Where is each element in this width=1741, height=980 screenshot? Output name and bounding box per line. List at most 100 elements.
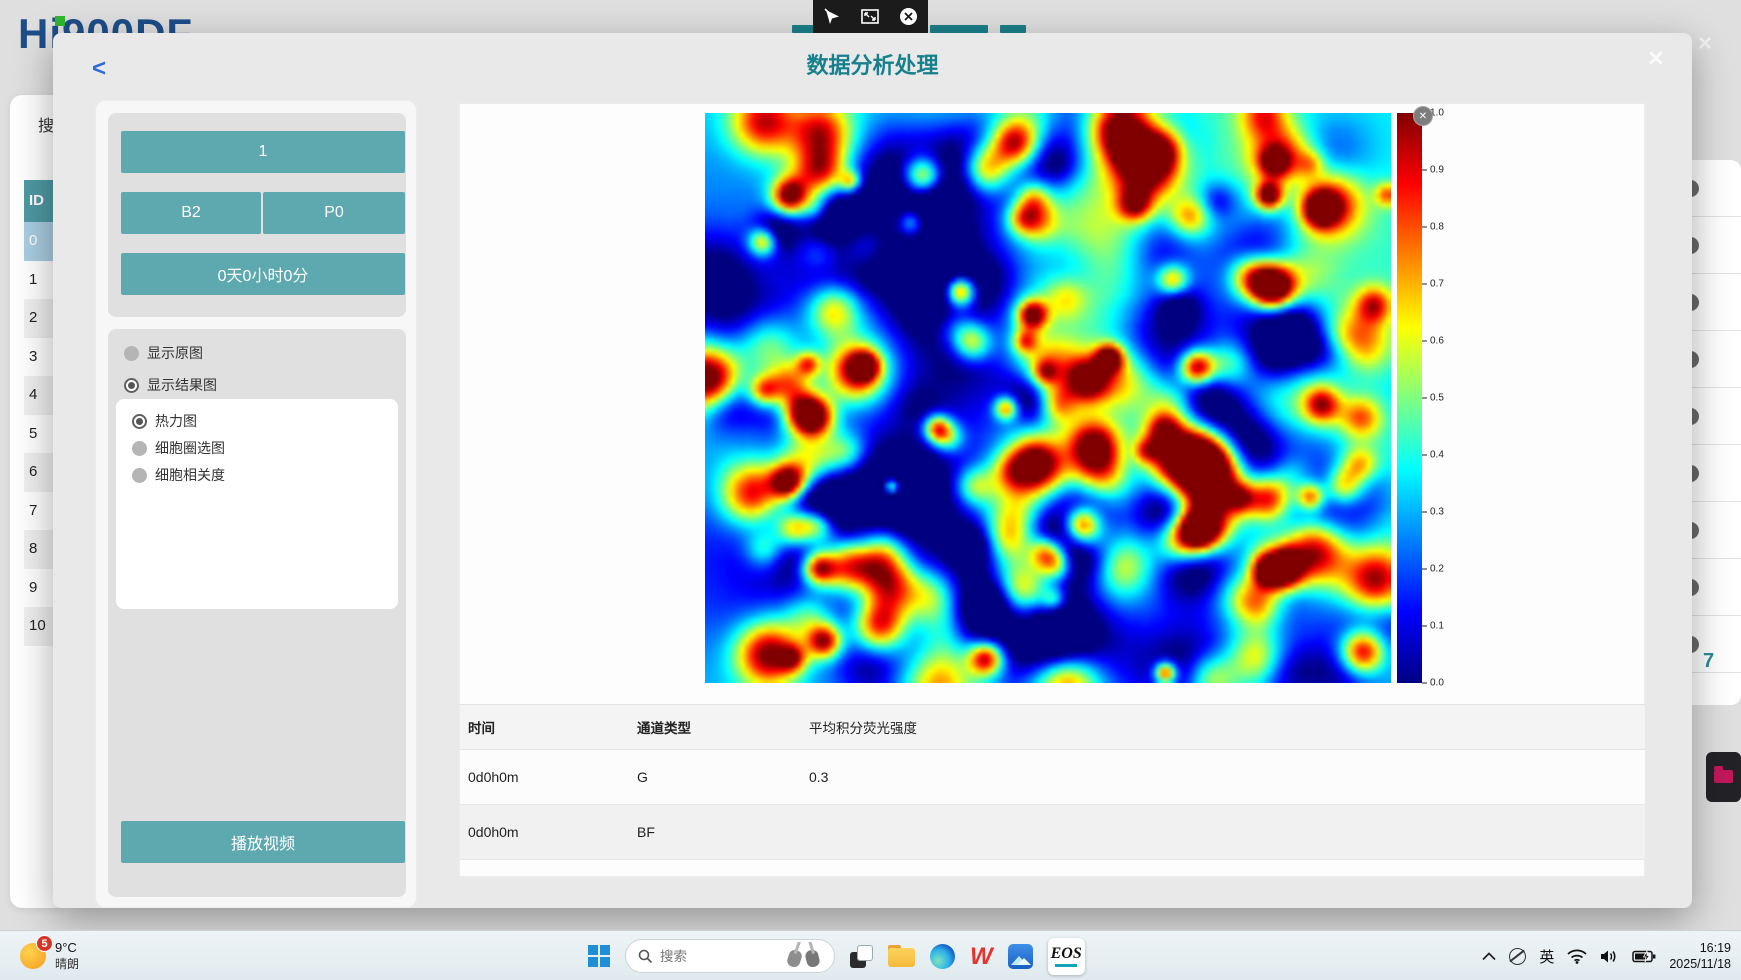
colorbar-tick: 0.9 — [1422, 165, 1444, 176]
colorbar-tick: 0.6 — [1422, 336, 1444, 347]
radio-icon — [132, 441, 147, 456]
taskbar: 5 9°C 晴朗 W EOS 英 — [0, 930, 1741, 980]
well-button[interactable]: B2 — [121, 192, 261, 234]
table-header-cell: 平均积分荧光强度 — [801, 705, 1645, 750]
table-cell: 0d0h0m — [460, 750, 629, 805]
heatmap-image — [705, 113, 1391, 683]
volume-icon[interactable] — [1600, 949, 1619, 964]
bg-search-label: 搜 — [38, 112, 54, 134]
radio-icon — [132, 468, 147, 483]
table-header-cell: 通道类型 — [629, 705, 801, 750]
bg-id-column-header: ID — [24, 180, 54, 222]
media-app-icon[interactable] — [1008, 944, 1033, 969]
radio-label: 热力图 — [155, 411, 197, 431]
radio-icon — [124, 346, 139, 361]
bg-page-number[interactable]: 7 — [1703, 650, 1714, 673]
bg-app-title-fragment — [1000, 25, 1026, 33]
bg-id-row[interactable]: 7 — [24, 492, 54, 531]
start-button[interactable] — [588, 945, 610, 967]
tray-chevron-icon[interactable] — [1482, 952, 1496, 961]
table-cell: BF — [629, 805, 801, 860]
bg-app-close-icon[interactable]: × — [1698, 30, 1712, 58]
colorbar-badge-icon[interactable]: ✕ — [1413, 106, 1433, 126]
sun-icon: 5 — [20, 943, 46, 969]
bg-id-row[interactable]: 10 — [24, 607, 54, 646]
table-cell: 0d0h0m — [460, 805, 629, 860]
weather-condition: 晴朗 — [55, 955, 79, 972]
wifi-icon[interactable] — [1567, 949, 1587, 964]
colorbar-tick: 0.4 — [1422, 450, 1444, 461]
colorbar-tick: 0.0 — [1422, 678, 1444, 689]
taskbar-search[interactable] — [625, 939, 835, 973]
result-table: 时间通道类型平均积分荧光强度 0d0h0mG0.30d0h0mBF — [460, 704, 1645, 860]
position-button[interactable]: P0 — [263, 192, 405, 234]
colorbar — [1397, 113, 1422, 683]
desktop-folder-widget[interactable] — [1706, 752, 1741, 802]
table-header-cell: 时间 — [460, 705, 629, 750]
bg-id-row[interactable]: 1 — [24, 261, 54, 300]
bg-id-row[interactable]: 3 — [24, 338, 54, 377]
sidebar: 1 B2 P0 0天0小时0分 显示原图 显示结果图 热力图 细 — [95, 100, 417, 908]
dialog-close-icon[interactable]: × — [1648, 43, 1664, 74]
edge-browser-icon[interactable] — [930, 944, 955, 969]
data-analysis-dialog: < 数据分析处理 × 1 B2 P0 0天0小时0分 显示原图 显示结果图 热力… — [53, 33, 1692, 908]
search-highlight-image[interactable] — [780, 942, 828, 970]
colorbar-tick: 0.3 — [1422, 507, 1444, 518]
wps-office-icon[interactable]: W — [970, 944, 993, 969]
bg-id-list: 012345678910 — [24, 222, 54, 646]
time-button[interactable]: 0天0小时0分 — [121, 253, 405, 295]
bg-id-row[interactable]: 9 — [24, 569, 54, 608]
do-not-disturb-icon[interactable] — [1509, 948, 1526, 965]
bg-id-row[interactable]: 4 — [24, 376, 54, 415]
well-info-panel: 1 B2 P0 0天0小时0分 — [108, 113, 406, 317]
battery-charging-icon[interactable] — [1632, 950, 1656, 963]
radio-show-result[interactable]: 显示结果图 — [124, 375, 217, 395]
resize-icon[interactable] — [861, 9, 879, 24]
news-badge: 5 — [36, 935, 53, 952]
colorbar-tick: 0.5 — [1422, 393, 1444, 404]
colorbar-tick: 0.8 — [1422, 222, 1444, 233]
ime-indicator[interactable]: 英 — [1539, 946, 1554, 967]
bg-id-row[interactable]: 8 — [24, 530, 54, 569]
close-circle-icon[interactable] — [899, 7, 918, 26]
radio-cell-correlation[interactable]: 细胞相关度 — [132, 465, 225, 485]
bg-id-row[interactable]: 2 — [24, 299, 54, 338]
clock[interactable]: 16:19 2025/11/18 — [1669, 940, 1731, 972]
bg-id-row[interactable]: 0 — [24, 222, 54, 261]
table-cell: 0.3 — [801, 750, 1645, 805]
result-type-box: 热力图 细胞圈选图 细胞相关度 — [116, 399, 398, 609]
dialog-title: 数据分析处理 — [53, 48, 1692, 80]
search-input[interactable] — [660, 949, 773, 964]
display-options-panel: 显示原图 显示结果图 热力图 细胞圈选图 细胞相关度 — [108, 329, 406, 897]
group-button[interactable]: 1 — [121, 131, 405, 173]
radio-label: 显示结果图 — [147, 375, 217, 395]
radio-heatmap[interactable]: 热力图 — [132, 411, 197, 431]
task-view-button[interactable] — [850, 945, 873, 968]
app-logo-dot — [55, 16, 65, 26]
table-cell — [801, 805, 1645, 860]
play-video-button[interactable]: 播放视频 — [121, 821, 405, 863]
radio-cell-outline[interactable]: 细胞圈选图 — [132, 438, 225, 458]
colorbar-ticks: 1.00.90.80.70.60.50.40.30.20.10.0 — [1422, 113, 1462, 683]
bg-app-title-fragment — [930, 25, 988, 33]
floating-toolbar — [813, 0, 928, 33]
eos-app-icon[interactable]: EOS — [1048, 938, 1085, 975]
tray-time: 16:19 — [1669, 940, 1731, 956]
radio-show-original[interactable]: 显示原图 — [124, 343, 203, 363]
folder-icon — [1714, 770, 1733, 783]
bg-id-row[interactable]: 6 — [24, 453, 54, 492]
bg-id-row[interactable]: 5 — [24, 415, 54, 454]
weather-temp: 9°C — [55, 940, 79, 955]
file-explorer-icon[interactable] — [888, 945, 915, 967]
colorbar-tick: 0.1 — [1422, 621, 1444, 632]
weather-widget[interactable]: 5 9°C 晴朗 — [20, 931, 79, 980]
tray-date: 2025/11/18 — [1669, 956, 1731, 972]
table-row[interactable]: 0d0h0mG0.3 — [460, 750, 1645, 805]
table-row[interactable]: 0d0h0mBF — [460, 805, 1645, 860]
pointer-share-icon[interactable] — [823, 8, 842, 25]
radio-label: 细胞圈选图 — [155, 438, 225, 458]
radio-label: 细胞相关度 — [155, 465, 225, 485]
radio-label: 显示原图 — [147, 343, 203, 363]
radio-icon — [124, 378, 139, 393]
table-cell: G — [629, 750, 801, 805]
